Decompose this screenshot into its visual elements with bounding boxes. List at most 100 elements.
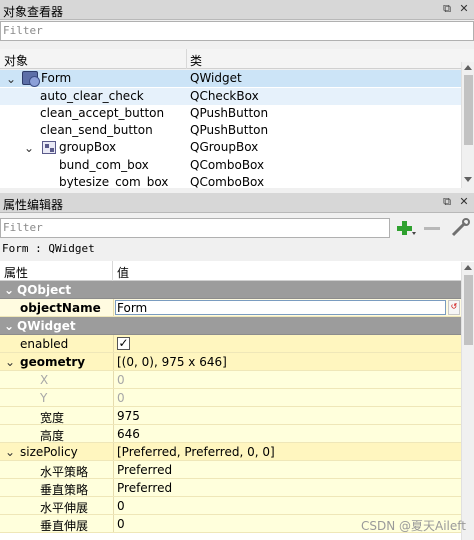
collapse-caret-icon[interactable]: ⌄ xyxy=(24,141,34,155)
add-icon xyxy=(397,221,416,235)
column-header-property[interactable]: 属性 xyxy=(4,264,28,281)
property-group-qwidget[interactable]: ⌄ QWidget xyxy=(0,317,461,335)
groupbox-icon xyxy=(42,141,56,154)
collapse-caret-icon[interactable]: ⌄ xyxy=(4,283,14,297)
property-filter-placeholder: Filter xyxy=(3,221,43,234)
tree-item-class: QGroupBox xyxy=(190,140,259,154)
tree-item-class: QComboBox xyxy=(190,158,265,172)
object-tree-header: 对象 类 xyxy=(0,49,474,69)
tree-item-class: QWidget xyxy=(190,71,242,85)
property-value: 0 xyxy=(117,517,125,531)
tree-row[interactable]: bund_com_box QComboBox xyxy=(0,157,461,174)
property-row-geometry[interactable]: ⌄ geometry [(0, 0), 975 x 646] xyxy=(0,353,461,371)
column-header-value[interactable]: 值 xyxy=(117,264,129,281)
property-value: Preferred xyxy=(117,463,173,477)
property-row-width[interactable]: 宽度 975 xyxy=(0,407,461,425)
property-value: 0 xyxy=(117,391,125,405)
tree-item-name: bund_com_box xyxy=(59,158,149,172)
property-name: X xyxy=(40,373,49,387)
property-name: sizePolicy xyxy=(20,445,78,459)
close-icon[interactable]: ✕ xyxy=(457,2,471,16)
property-value: Preferred xyxy=(117,481,173,495)
property-row-x[interactable]: X 0 xyxy=(0,371,461,389)
tree-row-groupbox[interactable]: ⌄ groupBox QGroupBox xyxy=(0,139,461,156)
property-row-height[interactable]: 高度 646 xyxy=(0,425,461,443)
float-icon[interactable]: ⧉ xyxy=(440,2,454,16)
scroll-thumb[interactable] xyxy=(464,75,473,145)
object-inspector-titlebar: 对象查看器 ⧉ ✕ xyxy=(0,0,474,20)
property-row-hstretch[interactable]: 水平伸展 0 xyxy=(0,497,461,515)
property-name: 水平策略 xyxy=(40,465,89,479)
property-editor-title: 属性编辑器 xyxy=(3,198,64,212)
tree-item-name: Form xyxy=(41,71,72,85)
property-row-y[interactable]: Y 0 xyxy=(0,389,461,407)
remove-icon[interactable] xyxy=(424,227,440,230)
column-header-object[interactable]: 对象 xyxy=(4,52,28,69)
object-filter-input[interactable]: Filter xyxy=(0,21,474,41)
collapse-caret-icon[interactable]: ⌄ xyxy=(6,72,16,86)
tree-item-name: clean_accept_button xyxy=(40,106,165,120)
property-row-sizepolicy[interactable]: ⌄ sizePolicy [Preferred, Preferred, 0, 0… xyxy=(0,443,461,461)
property-name: 高度 xyxy=(40,429,65,443)
configure-button[interactable] xyxy=(450,218,472,238)
scroll-down-icon[interactable] xyxy=(464,177,472,182)
property-group-qobject[interactable]: ⌄ QObject xyxy=(0,281,461,299)
property-name: 水平伸展 xyxy=(40,501,89,515)
property-row-objectname[interactable]: objectName Form ↺ xyxy=(0,299,461,317)
float-icon[interactable]: ⧉ xyxy=(440,195,454,209)
tree-item-name: clean_send_button xyxy=(40,123,153,137)
enabled-checkbox[interactable]: ✓ xyxy=(117,337,130,350)
object-tree-scrollbar[interactable] xyxy=(461,62,474,188)
group-label: QObject xyxy=(17,283,72,297)
tree-row[interactable]: clean_send_button QPushButton xyxy=(0,122,461,139)
property-header: 属性 值 xyxy=(0,261,474,281)
tree-item-name: groupBox xyxy=(59,140,117,154)
tree-row[interactable]: bytesize_com_box QComboBox xyxy=(0,174,461,188)
property-value: 0 xyxy=(117,373,125,387)
objectname-input[interactable] xyxy=(115,300,446,315)
tree-row[interactable]: clean_accept_button QPushButton xyxy=(0,105,461,122)
property-value: 975 xyxy=(117,409,140,423)
column-header-class[interactable]: 类 xyxy=(190,52,202,69)
property-row-vpolicy[interactable]: 垂直策略 Preferred xyxy=(0,479,461,497)
property-value: 646 xyxy=(117,427,140,441)
scroll-thumb[interactable] xyxy=(464,275,473,345)
watermark: CSDN @夏天Aileft xyxy=(360,519,466,533)
form-widget-icon xyxy=(22,71,40,87)
property-name: Y xyxy=(40,391,48,405)
add-property-button[interactable] xyxy=(395,218,417,238)
property-value: Form xyxy=(117,301,148,315)
tree-item-class: QPushButton xyxy=(190,106,269,120)
property-name: geometry xyxy=(20,355,86,369)
property-value: 0 xyxy=(117,499,125,513)
object-filter-placeholder: Filter xyxy=(3,24,43,37)
property-value: [Preferred, Preferred, 0, 0] xyxy=(117,445,275,459)
group-label: QWidget xyxy=(17,319,76,333)
property-filter-input[interactable]: Filter xyxy=(0,218,390,238)
collapse-caret-icon[interactable]: ⌄ xyxy=(5,355,15,369)
tree-item-class: QCheckBox xyxy=(190,89,259,103)
scroll-up-icon[interactable] xyxy=(464,65,472,70)
tree-item-name: auto_clear_check xyxy=(40,89,144,103)
tree-row[interactable]: auto_clear_check QCheckBox xyxy=(0,88,461,105)
property-scrollbar[interactable] xyxy=(461,262,474,540)
property-table: ⌄ QObject objectName Form ↺ ⌄ QWidget en… xyxy=(0,281,461,540)
tree-item-name: bytesize_com_box xyxy=(59,175,169,188)
property-name: 宽度 xyxy=(40,411,65,425)
collapse-caret-icon[interactable]: ⌄ xyxy=(5,445,15,459)
property-name: enabled xyxy=(20,337,69,351)
collapse-caret-icon[interactable]: ⌄ xyxy=(4,319,14,333)
property-editor-titlebar: 属性编辑器 ⧉ ✕ xyxy=(0,193,474,213)
property-context-label: Form : QWidget xyxy=(2,242,95,255)
object-inspector-title: 对象查看器 xyxy=(3,5,64,19)
tree-item-class: QComboBox xyxy=(190,175,265,188)
reset-icon[interactable]: ↺ xyxy=(448,300,460,315)
scroll-up-icon[interactable] xyxy=(464,265,472,270)
tree-row-form[interactable]: ⌄ Form QWidget xyxy=(0,70,461,87)
object-tree: ⌄ Form QWidget auto_clear_check QCheckBo… xyxy=(0,70,461,188)
property-row-hpolicy[interactable]: 水平策略 Preferred xyxy=(0,461,461,479)
property-value: [(0, 0), 975 x 646] xyxy=(117,355,227,369)
wrench-icon xyxy=(451,218,470,237)
property-row-enabled[interactable]: enabled ✓ xyxy=(0,335,461,353)
close-icon[interactable]: ✕ xyxy=(457,195,471,209)
